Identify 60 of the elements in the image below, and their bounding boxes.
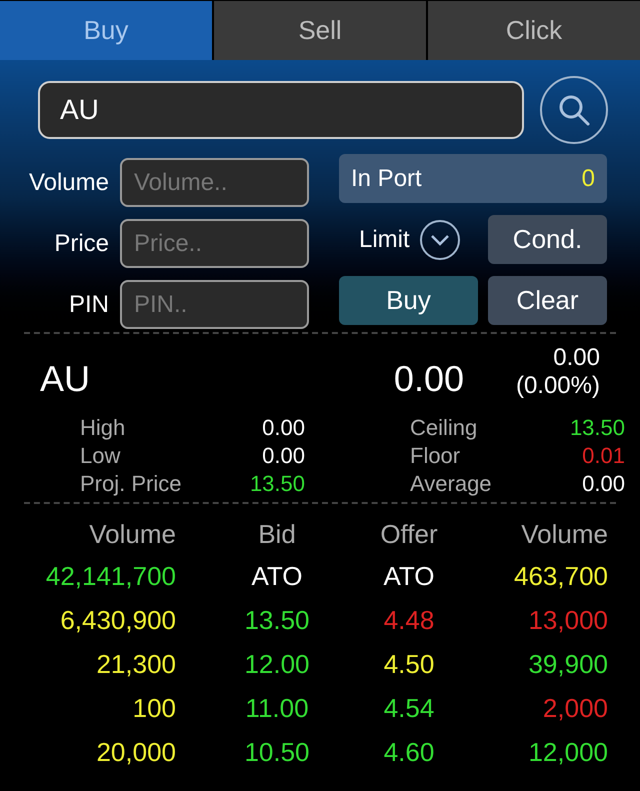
stat-value: 0.00: [262, 414, 305, 442]
stat-label: Ceiling: [410, 414, 478, 442]
price-change: 0.00: [553, 344, 600, 372]
table-cell-text: ATO: [250, 560, 304, 592]
stat-label: High: [80, 414, 126, 442]
table-cell-text: ATO: [382, 560, 436, 592]
search-button[interactable]: [540, 76, 608, 144]
stat-value: 13.50: [250, 470, 305, 498]
table-cell-text: 13.50: [243, 604, 311, 636]
table-cell-text: 463,700: [513, 560, 608, 592]
stat-value: 0.00: [582, 470, 625, 498]
table-cell-text: 100: [132, 692, 176, 724]
search-icon: [557, 93, 591, 127]
stat-value: 13.50: [570, 414, 625, 442]
table-cell-text: 42,141,700: [44, 560, 176, 592]
in-port-value: 0: [582, 164, 595, 194]
last-price: 0.00: [394, 357, 464, 401]
stat-label: Low: [80, 442, 120, 470]
tab[interactable]: Click: [428, 1, 640, 60]
table-cell-text: 12.00: [243, 648, 311, 680]
in-port-label: In Port: [351, 164, 422, 194]
table-cell-text: 6,430,900: [59, 604, 176, 636]
column-header: Volume: [88, 518, 176, 550]
table-cell-text: 13,000: [527, 604, 608, 636]
order-type-label: Limit: [359, 224, 410, 254]
chevron-down-icon: [430, 234, 450, 246]
table-cell-text: 10.50: [243, 736, 311, 768]
table-cell-text: 39,900: [527, 648, 608, 680]
table-cell-text: 12,000: [527, 736, 608, 768]
input-field[interactable]: PIN..: [120, 280, 309, 329]
table-cell-text: 4.54: [382, 692, 436, 724]
stat-label: Proj. Price: [80, 470, 182, 498]
quote-symbol: AU: [40, 357, 90, 401]
stat-label: Average: [410, 470, 492, 498]
table-cell-text: 20,000: [95, 736, 176, 768]
table-cell-text: 4.48: [382, 604, 436, 636]
stat-label: Floor: [410, 442, 460, 470]
column-header: Offer: [379, 518, 439, 550]
clear-button[interactable]: Clear: [488, 276, 607, 325]
table-cell-text: 21,300: [95, 648, 176, 680]
table-cell-text: 4.50: [382, 648, 436, 680]
symbol-field[interactable]: AU: [38, 81, 524, 139]
stat-value: 0.00: [262, 442, 305, 470]
table-cell-text: 11.00: [244, 692, 310, 724]
table-cell-text: 2,000: [542, 692, 608, 724]
field-label: Price: [53, 228, 110, 258]
cond-button[interactable]: Cond.: [488, 215, 607, 264]
column-header: Bid: [257, 518, 297, 550]
input-field[interactable]: Volume..: [120, 158, 309, 207]
tab[interactable]: Sell: [214, 1, 426, 60]
table-cell-text: 4.60: [382, 736, 436, 768]
input-field[interactable]: Price..: [120, 219, 309, 268]
buy-button[interactable]: Buy: [339, 276, 478, 325]
field-label: PIN: [68, 290, 110, 320]
stat-value: 0.01: [582, 442, 625, 470]
column-header: Volume: [520, 518, 608, 550]
dropdown-button[interactable]: [420, 220, 460, 260]
percent-change: (0.00%): [516, 372, 600, 400]
tab[interactable]: Buy: [0, 1, 212, 60]
field-label: Volume: [28, 168, 110, 198]
